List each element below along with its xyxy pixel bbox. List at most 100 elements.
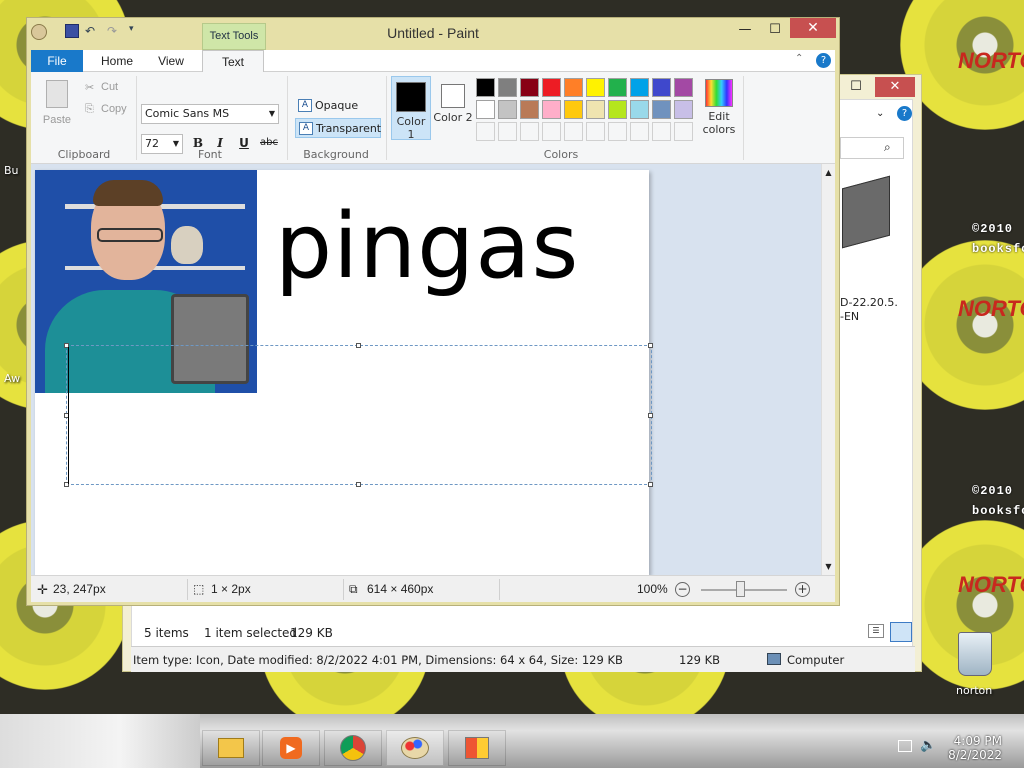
- scroll-up-icon[interactable]: ▲: [822, 168, 835, 177]
- vertical-scrollbar[interactable]: ▲ ▼: [821, 164, 835, 575]
- color1-button[interactable]: Color 1: [391, 76, 431, 141]
- taskbar-media-player[interactable]: ▶: [262, 730, 320, 766]
- palette-swatch[interactable]: [630, 100, 649, 119]
- minimize-button[interactable]: —: [731, 20, 759, 40]
- tab-text[interactable]: Text: [202, 50, 264, 73]
- palette-swatch[interactable]: [520, 100, 539, 119]
- resize-handle[interactable]: [648, 343, 653, 348]
- disc-brand: NORTON: [958, 572, 1024, 597]
- palette-swatch[interactable]: [564, 78, 583, 97]
- palette-swatch[interactable]: [542, 100, 561, 119]
- resize-handle[interactable]: [356, 343, 361, 348]
- taskbar-windows-app[interactable]: [448, 730, 506, 766]
- palette-swatch[interactable]: [608, 78, 627, 97]
- tab-home[interactable]: Home: [93, 50, 141, 72]
- zoom-in-icon[interactable]: +: [795, 582, 810, 597]
- computer-label: Computer: [787, 653, 845, 667]
- palette-swatch-empty[interactable]: [586, 122, 605, 141]
- maximize-button[interactable]: ☐: [761, 20, 789, 40]
- selection-size-icon: ⬚: [193, 582, 205, 596]
- file-label[interactable]: D-22.20.5.: [840, 296, 898, 309]
- network-icon[interactable]: [898, 740, 912, 752]
- palette-swatch[interactable]: [608, 100, 627, 119]
- taskbar-paint[interactable]: [386, 730, 444, 766]
- color1-swatch: [396, 82, 426, 112]
- paste-button[interactable]: Paste: [39, 76, 75, 132]
- edit-colors-button[interactable]: Edit colors: [699, 76, 739, 140]
- palette-swatch[interactable]: [652, 78, 671, 97]
- palette-swatch[interactable]: [586, 100, 605, 119]
- palette-swatch[interactable]: [630, 78, 649, 97]
- opaque-option[interactable]: A Opaque: [295, 96, 381, 116]
- search-icon[interactable]: ⌕: [884, 140, 891, 155]
- taskbar-clock[interactable]: 4:09 PM 8/2/2022: [948, 734, 1002, 762]
- text-selection-box[interactable]: [66, 345, 652, 485]
- palette-swatch[interactable]: [542, 78, 561, 97]
- large-icons-view-icon[interactable]: [890, 622, 912, 642]
- palette-swatch[interactable]: [476, 100, 495, 119]
- selection-size: 1 × 2px: [211, 582, 251, 596]
- cut-button[interactable]: Cut: [101, 81, 118, 93]
- scroll-down-icon[interactable]: ▼: [822, 562, 835, 571]
- resize-handle[interactable]: [648, 413, 653, 418]
- tab-file[interactable]: File: [31, 50, 83, 72]
- text-caret: [68, 347, 69, 484]
- transparent-option[interactable]: A Transparent: [295, 118, 381, 138]
- palette-swatch[interactable]: [564, 100, 583, 119]
- palette-swatch-empty[interactable]: [564, 122, 583, 141]
- paste-label: Paste: [42, 114, 72, 126]
- palette-swatch[interactable]: [652, 100, 671, 119]
- palette-swatch-empty[interactable]: [652, 122, 671, 141]
- recycle-bin-label[interactable]: norton: [956, 684, 992, 697]
- canvas-area: pingas: [31, 164, 821, 575]
- palette-swatch[interactable]: [586, 78, 605, 97]
- palette-swatch[interactable]: [520, 78, 539, 97]
- explorer-search-box[interactable]: [840, 137, 904, 159]
- palette-swatch[interactable]: [476, 78, 495, 97]
- palette-swatch-empty[interactable]: [630, 122, 649, 141]
- status-divider: [499, 579, 500, 600]
- recycle-bin-icon[interactable]: [958, 632, 992, 676]
- copy-button[interactable]: Copy: [101, 103, 127, 115]
- app-tiles-icon: [465, 737, 489, 759]
- explorer-maximize-button[interactable]: ☐: [841, 77, 871, 97]
- font-family-select[interactable]: Comic Sans MS ▼: [141, 104, 279, 124]
- canvas-size-icon: ⧉: [349, 582, 358, 596]
- explorer-close-button[interactable]: ✕: [875, 77, 915, 97]
- palette-swatch[interactable]: [498, 78, 517, 97]
- palette-swatch-empty[interactable]: [476, 122, 495, 141]
- ribbon-minimize-icon[interactable]: ⌃: [795, 53, 803, 64]
- font-family-value: Comic Sans MS: [145, 107, 230, 120]
- palette-swatch-empty[interactable]: [520, 122, 539, 141]
- taskbar-file-explorer[interactable]: [202, 730, 260, 766]
- copy-icon: ⎘: [85, 103, 94, 115]
- resize-handle[interactable]: [648, 482, 653, 487]
- close-button[interactable]: ✕: [790, 18, 836, 38]
- resize-handle[interactable]: [356, 482, 361, 487]
- palette-swatch[interactable]: [674, 100, 693, 119]
- zoom-slider-thumb[interactable]: [736, 581, 745, 597]
- file-label[interactable]: -EN: [840, 310, 859, 323]
- taskbar-chrome[interactable]: [324, 730, 382, 766]
- transparent-icon: A: [299, 122, 313, 135]
- zoom-out-icon[interactable]: −: [675, 582, 690, 597]
- palette-swatch[interactable]: [674, 78, 693, 97]
- palette-swatch-empty[interactable]: [608, 122, 627, 141]
- explorer-ribbon-collapse-icon[interactable]: ⌄: [876, 108, 884, 119]
- edit-colors-icon: [705, 79, 733, 107]
- details-view-icon[interactable]: ☰: [868, 624, 884, 638]
- palette-swatch[interactable]: [498, 100, 517, 119]
- explorer-help-icon[interactable]: ?: [897, 106, 912, 121]
- file-icon[interactable]: [842, 175, 890, 249]
- color-palette: [476, 78, 698, 142]
- desktop-icon-label[interactable]: Bu: [4, 164, 19, 177]
- color2-button[interactable]: Color 2: [433, 76, 473, 140]
- tab-view[interactable]: View: [149, 50, 193, 72]
- desktop-icon-label[interactable]: Aw: [4, 372, 20, 385]
- palette-swatch-empty[interactable]: [674, 122, 693, 141]
- drawing-canvas[interactable]: pingas: [35, 170, 653, 575]
- help-icon[interactable]: ?: [816, 53, 831, 68]
- palette-swatch-empty[interactable]: [498, 122, 517, 141]
- palette-swatch-empty[interactable]: [542, 122, 561, 141]
- volume-muted-icon[interactable]: 🔈: [920, 738, 936, 753]
